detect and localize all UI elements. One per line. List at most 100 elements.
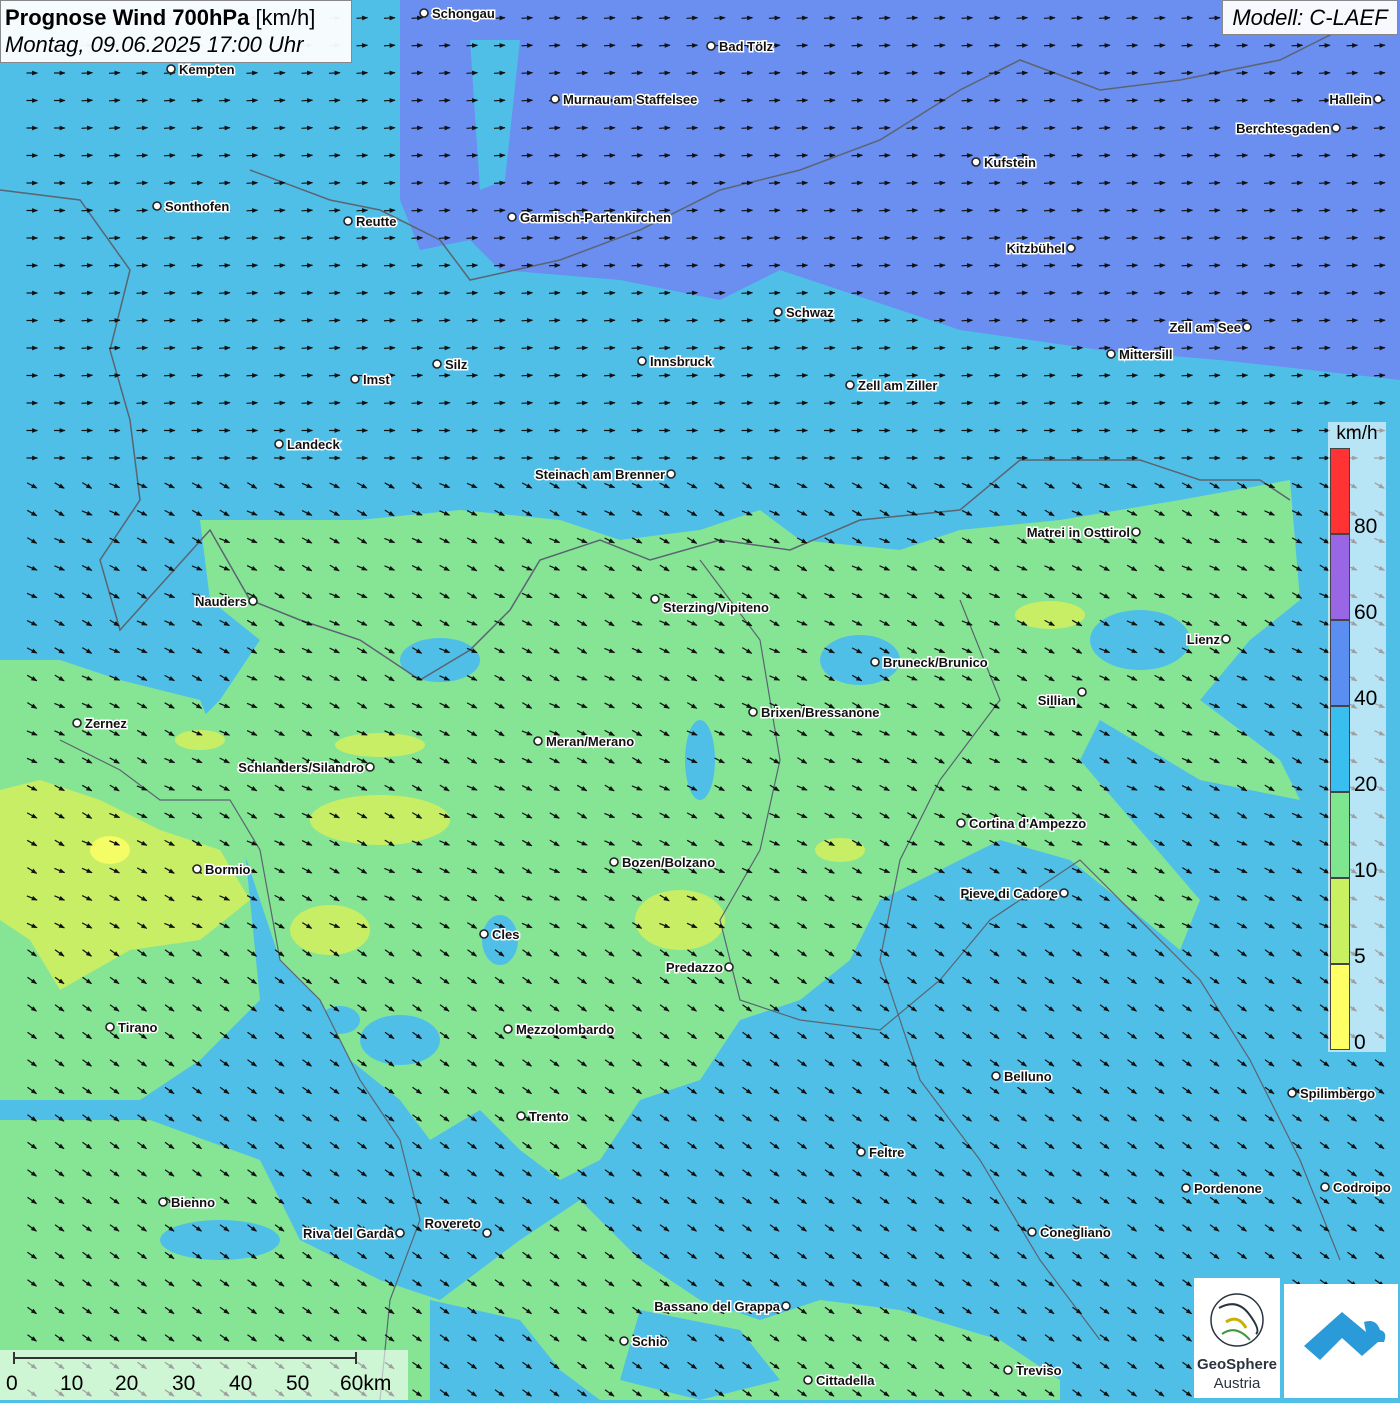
wind-arrow — [1126, 43, 1139, 48]
wind-arrow — [383, 400, 396, 406]
wind-arrow — [988, 318, 1001, 323]
city-label: Mittersill — [1119, 347, 1172, 362]
wind-arrow — [548, 153, 561, 158]
wind-arrow — [796, 153, 809, 158]
wind-arrow — [851, 125, 864, 131]
city-dot — [1181, 1183, 1191, 1193]
city-label: Bad Tölz — [719, 39, 774, 54]
wind-arrow — [1153, 98, 1166, 103]
color-legend: km/h 0 5 10 20 40 60 80 — [1328, 422, 1386, 1054]
wind-arrow — [136, 318, 149, 323]
wind-arrow — [328, 153, 341, 158]
wind-arrow — [356, 208, 369, 213]
wind-arrow — [796, 373, 809, 378]
wind-arrow — [741, 263, 754, 268]
wind-arrow — [1291, 400, 1304, 406]
wind-arrow — [1373, 208, 1386, 213]
wind-arrow — [878, 235, 891, 241]
wind-arrow — [548, 345, 561, 351]
wind-arrow — [796, 235, 809, 241]
wind-arrow — [301, 180, 314, 186]
legend-unit: km/h — [1336, 423, 1378, 444]
wind-arrow — [273, 98, 286, 103]
wind-arrow — [356, 400, 369, 406]
legend-swatch — [1330, 706, 1350, 792]
wind-arrow — [988, 400, 1001, 406]
wind-arrow — [713, 235, 726, 241]
wind-arrow — [411, 208, 424, 213]
wind-arrow — [1291, 208, 1304, 213]
city-marker: Predazzo — [664, 959, 734, 977]
city-dot — [516, 1111, 526, 1121]
legend-swatch — [1330, 792, 1350, 878]
city-dot — [870, 657, 880, 667]
city-dot — [343, 216, 353, 226]
wind-arrow — [273, 373, 286, 378]
wind-arrow — [1318, 180, 1331, 186]
wind-arrow — [1346, 235, 1359, 241]
wind-arrow — [356, 345, 369, 351]
wind-arrow — [1016, 345, 1029, 351]
city-dot — [350, 374, 360, 384]
wind-arrow — [191, 263, 204, 268]
wind-arrow — [1098, 15, 1111, 21]
wind-arrow — [603, 235, 616, 241]
wind-arrow — [136, 180, 149, 186]
wind-arrow — [1098, 70, 1111, 76]
wind-arrow — [686, 43, 699, 48]
wind-arrow — [1043, 318, 1056, 323]
wind-arrow — [1153, 400, 1166, 406]
wind-arrow — [1071, 263, 1084, 268]
wind-arrow — [1346, 400, 1359, 406]
wind-arrow — [1373, 345, 1386, 351]
wind-arrow — [851, 345, 864, 351]
geosphere-logo: GeoSphere Austria — [1194, 1278, 1280, 1398]
wind-arrow — [548, 263, 561, 268]
city-label: Bassano del Grappa — [654, 1299, 780, 1314]
wind-arrow — [246, 208, 259, 213]
wind-arrow — [1208, 153, 1221, 158]
city-dot — [781, 1301, 791, 1311]
wind-arrow — [383, 15, 396, 21]
wind-arrow — [1208, 345, 1221, 351]
wind-arrow — [713, 70, 726, 76]
wind-arrow — [1071, 15, 1084, 21]
wind-arrow — [411, 400, 424, 406]
wind-arrow — [246, 290, 259, 296]
scale-label: 30 — [172, 1372, 196, 1395]
wind-arrow — [933, 98, 946, 103]
wind-arrow — [1181, 263, 1194, 268]
wind-arrow — [768, 125, 781, 131]
wind-arrow — [1263, 153, 1276, 158]
city-label: Nauders — [195, 594, 247, 609]
wind-arrow — [1126, 263, 1139, 268]
city-label: Rovereto — [425, 1216, 481, 1231]
city-marker: Cortina d'Ampezzo — [956, 815, 1088, 833]
wind-arrow — [548, 373, 561, 378]
wind-arrow — [548, 15, 561, 21]
wind-arrow — [906, 373, 919, 378]
city-dot — [479, 929, 489, 939]
wind-arrow — [1043, 345, 1056, 351]
wind-arrow — [163, 345, 176, 351]
wind-arrow — [1126, 125, 1139, 131]
wind-arrow — [438, 263, 451, 268]
wind-arrow — [1016, 290, 1029, 296]
wind-arrow — [466, 70, 479, 76]
wind-arrow — [383, 318, 396, 323]
wind-arrow — [1346, 345, 1359, 351]
legend-label: 10 — [1354, 859, 1378, 882]
wind-arrow — [81, 153, 94, 158]
wind-arrow — [548, 70, 561, 76]
wind-arrow — [988, 235, 1001, 241]
wind-arrow — [1291, 345, 1304, 351]
wind-arrow — [1153, 318, 1166, 323]
wind-arrow — [81, 98, 94, 103]
wind-arrow — [1126, 98, 1139, 103]
wind-arrow — [548, 318, 561, 323]
city-dot — [192, 864, 202, 874]
wind-arrow — [493, 373, 506, 378]
wind-arrow — [1318, 263, 1331, 268]
city-label: Kufstein — [984, 155, 1036, 170]
wind-arrow — [603, 70, 616, 76]
